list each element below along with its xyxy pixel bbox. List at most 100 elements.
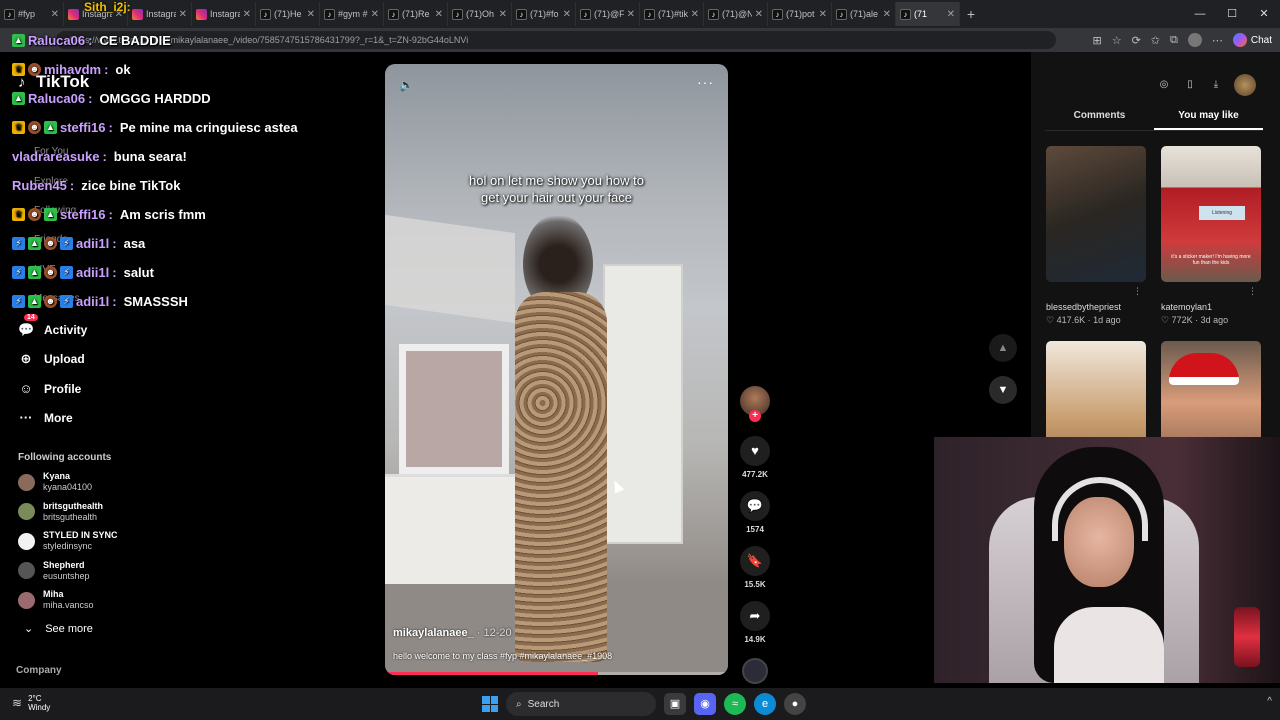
video-more-icon[interactable]: ··· bbox=[697, 74, 714, 90]
close-tab-icon[interactable]: ✕ bbox=[947, 9, 955, 20]
following-account[interactable]: Miha miha.vancso bbox=[18, 589, 94, 611]
taskbar-search[interactable]: ⌕ Search bbox=[506, 692, 656, 716]
video-progress-bar[interactable] bbox=[385, 672, 728, 675]
account-avatar bbox=[18, 591, 35, 609]
user-avatar[interactable] bbox=[1234, 74, 1256, 96]
video-description: hello welcome to my class #fyp #mikaylal… bbox=[393, 651, 613, 661]
browser-tab[interactable]: ♪ #fyp ✕ bbox=[0, 2, 64, 26]
close-tab-icon[interactable]: ✕ bbox=[755, 9, 763, 20]
video-thumbnail[interactable]: Listening it's a sticker maker! I'm havin… bbox=[1161, 146, 1261, 282]
comment-action[interactable]: 💬 1574 bbox=[738, 491, 772, 534]
follow-plus-icon[interactable]: + bbox=[749, 410, 761, 422]
following-account[interactable]: STYLED IN SYNC styledinsync bbox=[18, 530, 118, 552]
sidebar-item-activity[interactable]: 💬 14 Activity bbox=[18, 314, 87, 338]
comment-icon[interactable]: 💬 bbox=[740, 491, 770, 521]
close-tab-icon[interactable]: ✕ bbox=[627, 9, 635, 20]
following-account[interactable]: Kyana kyana04100 bbox=[18, 471, 92, 493]
recommended-video-card[interactable]: ⋮ blessedbythepriest ♡ 417.6K · 1d ago bbox=[1046, 146, 1146, 326]
tray-chevron-icon[interactable]: ^ bbox=[1267, 696, 1272, 707]
close-window-icon[interactable]: ✕ bbox=[1248, 0, 1280, 28]
browser-tab[interactable]: ♪ (71)He ✕ bbox=[256, 2, 320, 26]
heart-icon[interactable]: ♥ bbox=[740, 436, 770, 466]
profile-avatar[interactable] bbox=[1187, 33, 1202, 47]
browser-tab[interactable]: ♪ (71)@F ✕ bbox=[576, 2, 640, 26]
minimize-icon[interactable]: — bbox=[1184, 0, 1216, 28]
close-tab-icon[interactable]: ✕ bbox=[883, 9, 891, 20]
menu-dots-icon[interactable]: ⋯ bbox=[1212, 34, 1223, 47]
browser-tab[interactable]: ♪ (71)Oh ✕ bbox=[448, 2, 512, 26]
close-tab-icon[interactable]: ✕ bbox=[435, 9, 443, 20]
video-thumbnail[interactable] bbox=[1046, 146, 1146, 282]
download-icon[interactable]: ⤓ bbox=[1208, 77, 1224, 93]
volume-icon[interactable]: 🔈 bbox=[399, 78, 414, 92]
green-badge-icon: ▲ bbox=[12, 34, 25, 47]
coin-icon[interactable]: ◎ bbox=[1156, 77, 1172, 93]
discord-icon[interactable]: ◉ bbox=[694, 693, 716, 715]
chevron-down-nav-icon[interactable]: ▼ bbox=[989, 376, 1017, 404]
following-account[interactable]: Shepherd eusuntshep bbox=[18, 560, 90, 582]
sidebar-item-upload[interactable]: ⊕ Upload bbox=[18, 351, 85, 367]
card-menu-icon[interactable]: ⋮ bbox=[1133, 286, 1142, 297]
install-app-icon[interactable]: ⊞ bbox=[1092, 34, 1101, 47]
favorites-icon[interactable]: ✩ bbox=[1151, 34, 1160, 47]
tab-you-may-like[interactable]: You may like bbox=[1154, 110, 1263, 130]
chat-colon: : bbox=[112, 265, 117, 280]
browser-tab[interactable]: ♪ (71)#tik ✕ bbox=[640, 2, 704, 26]
edge-icon[interactable]: e bbox=[754, 693, 776, 715]
browser-tab[interactable]: ♪ (71)@N ✕ bbox=[704, 2, 768, 26]
close-tab-icon[interactable]: ✕ bbox=[499, 9, 507, 20]
share-action[interactable]: ➦ 14.9K bbox=[738, 601, 772, 644]
maximize-icon[interactable]: ☐ bbox=[1216, 0, 1248, 28]
new-tab-button[interactable]: + bbox=[960, 6, 982, 22]
browser-tab[interactable]: ♪ (71 ✕ bbox=[896, 2, 960, 26]
copilot-chat-button[interactable]: Chat bbox=[1232, 33, 1272, 47]
browser-tab[interactable]: ♪ (71)Re ✕ bbox=[384, 2, 448, 26]
close-tab-icon[interactable]: ✕ bbox=[51, 9, 59, 20]
browser-tab[interactable]: ♪ #gym # ✕ bbox=[320, 2, 384, 26]
device-icon[interactable]: ▯ bbox=[1182, 77, 1198, 93]
tab-comments[interactable]: Comments bbox=[1045, 110, 1154, 130]
company-link[interactable]: Company bbox=[16, 665, 62, 676]
following-account[interactable]: britsguthealth britsguthealth bbox=[18, 501, 103, 523]
save-action[interactable]: 🔖 15.5K bbox=[738, 546, 772, 589]
close-tab-icon[interactable]: ✕ bbox=[243, 9, 251, 20]
share-icon[interactable]: ➦ bbox=[740, 601, 770, 631]
recommended-video-card[interactable]: Listening it's a sticker maker! I'm havin… bbox=[1161, 146, 1261, 326]
card-author[interactable]: blessedbythepriest bbox=[1046, 302, 1146, 312]
creator-avatar[interactable]: + bbox=[740, 386, 770, 422]
close-tab-icon[interactable]: ✕ bbox=[691, 9, 699, 20]
spotify-icon[interactable]: ≈ bbox=[724, 693, 746, 715]
close-tab-icon[interactable]: ✕ bbox=[819, 9, 827, 20]
windows-start-icon[interactable] bbox=[482, 696, 498, 712]
bookmark-star-icon[interactable]: ☆ bbox=[1112, 34, 1122, 47]
account-handle: styledinsync bbox=[43, 541, 93, 551]
browser-tab[interactable]: ♪ (71)pot ✕ bbox=[768, 2, 832, 26]
card-author[interactable]: katemoylan1 bbox=[1161, 302, 1261, 312]
obs-icon[interactable]: ● bbox=[784, 693, 806, 715]
browser-tab[interactable]: Instagra ✕ bbox=[192, 2, 256, 26]
music-disc-icon[interactable] bbox=[742, 658, 768, 684]
weather-widget[interactable]: ≋ 2°C Windy bbox=[12, 694, 50, 712]
like-action[interactable]: ♥ 477.2K bbox=[738, 436, 772, 479]
account-avatar bbox=[18, 532, 35, 550]
card-menu-icon[interactable]: ⋮ bbox=[1248, 286, 1257, 297]
collections-icon[interactable]: ⧉ bbox=[1170, 34, 1178, 47]
see-more-button[interactable]: ⌄ See more bbox=[24, 622, 93, 636]
author-handle[interactable]: mikaylalanaee_ bbox=[393, 627, 474, 639]
browser-tab[interactable]: ♪ (71)ale ✕ bbox=[832, 2, 896, 26]
close-tab-icon[interactable]: ✕ bbox=[179, 9, 187, 20]
browser-tab[interactable]: Instagra ✕ bbox=[128, 2, 192, 26]
chevron-up-icon[interactable]: ▲ bbox=[989, 334, 1017, 362]
tiktok-icon: ♪ bbox=[388, 8, 399, 20]
video-player[interactable]: 🔈 ··· hol on let me show you how to get … bbox=[385, 64, 728, 675]
sidebar-item-profile[interactable]: ☺ Profile bbox=[18, 381, 81, 396]
close-tab-icon[interactable]: ✕ bbox=[563, 9, 571, 20]
video-author[interactable]: mikaylalanaee_ · 12-20 bbox=[393, 627, 512, 639]
browser-tab[interactable]: ♪ (71)#fo ✕ bbox=[512, 2, 576, 26]
close-tab-icon[interactable]: ✕ bbox=[307, 9, 315, 20]
sidebar-item-more[interactable]: ··· More bbox=[18, 410, 73, 425]
close-tab-icon[interactable]: ✕ bbox=[371, 9, 379, 20]
refresh-icon[interactable]: ⟳ bbox=[1132, 34, 1141, 47]
bookmark-icon[interactable]: 🔖 bbox=[740, 546, 770, 576]
task-view-icon[interactable]: ▣ bbox=[664, 693, 686, 715]
